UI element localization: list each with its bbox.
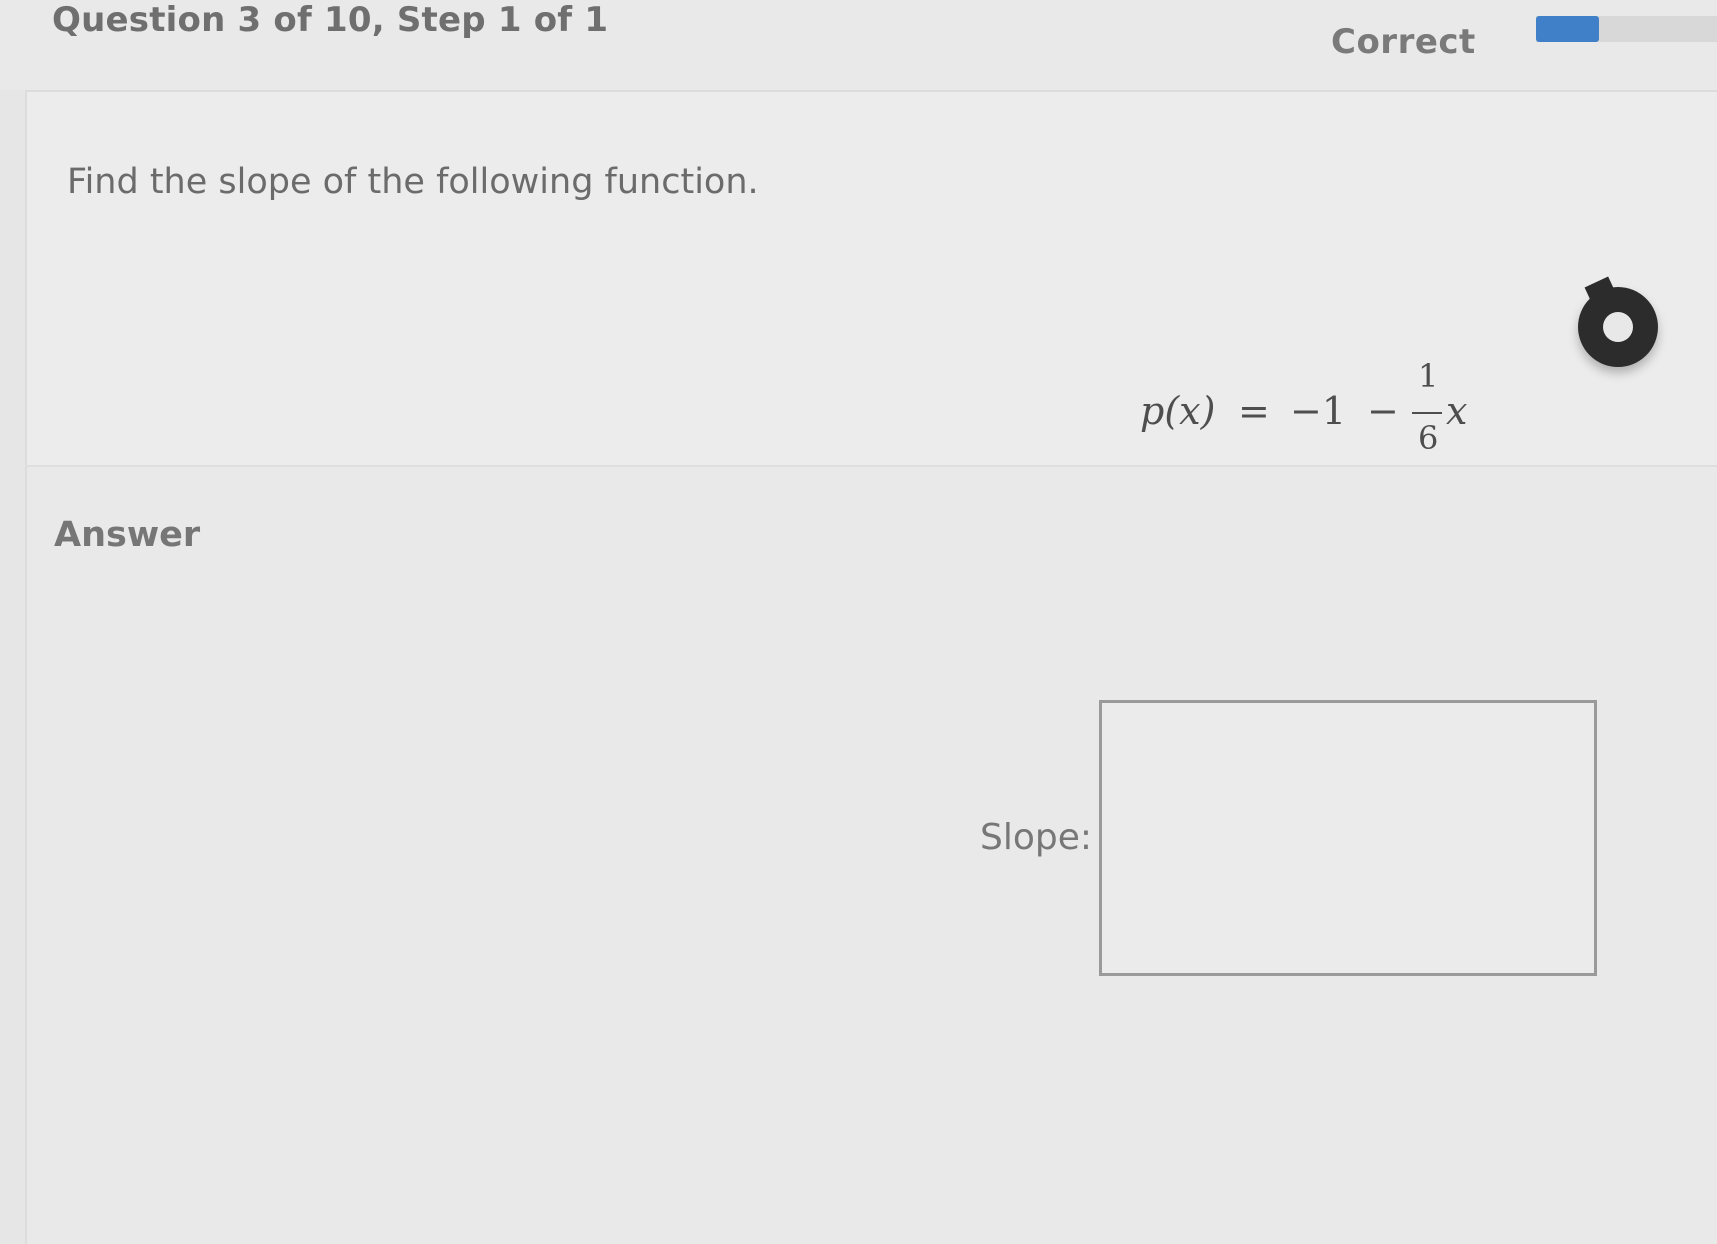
- equation-equals: =: [1238, 389, 1270, 433]
- progress-bar: [1536, 16, 1717, 42]
- slope-label: Slope:: [980, 817, 1093, 858]
- equation-variable: x: [1446, 389, 1468, 433]
- progress-bar-fill: [1536, 16, 1600, 42]
- equation-constant: −1: [1290, 389, 1347, 433]
- question-prompt: Find the slope of the following function…: [67, 162, 759, 202]
- answer-heading: Answer: [54, 515, 201, 555]
- equation-operator: −: [1367, 389, 1399, 433]
- answer-section: Answer Slope:: [25, 467, 1717, 1244]
- question-step-title: Question 3 of 10, Step 1 of 1: [52, 0, 609, 40]
- fraction-numerator: 1: [1418, 357, 1439, 395]
- function-equation: p(x) = −1 − 1 6 x: [1112, 347, 1472, 467]
- status-label: Correct: [1331, 22, 1476, 62]
- header-bar: Question 3 of 10, Step 1 of 1 Correct: [0, 0, 1717, 90]
- fraction-denominator: 6: [1418, 419, 1439, 457]
- question-panel: Find the slope of the following function…: [25, 92, 1717, 465]
- help-icon-center: [1603, 312, 1633, 342]
- fraction-bar: [1412, 412, 1442, 414]
- help-lifesaver-icon[interactable]: [1578, 276, 1658, 367]
- equation-lhs: p(x): [1140, 389, 1216, 433]
- slope-input[interactable]: [1099, 700, 1597, 976]
